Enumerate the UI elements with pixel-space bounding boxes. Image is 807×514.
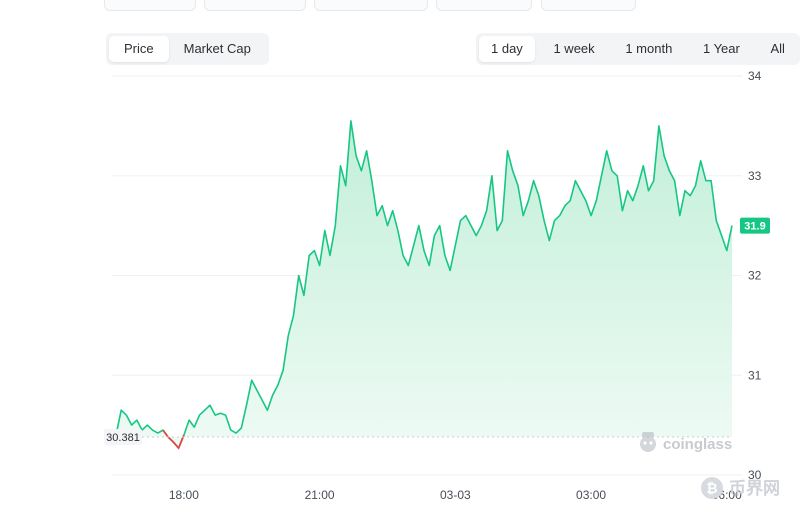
- y-tick-label: 31: [748, 368, 762, 382]
- area-path: [116, 120, 732, 449]
- coinglass-logo-icon: [640, 432, 656, 452]
- x-tick-label: 21:00: [305, 488, 335, 502]
- bitcoin-icon: ₿: [706, 480, 717, 496]
- area-fill: [116, 120, 732, 449]
- x-tick-label: 03-03: [440, 488, 471, 502]
- price-chart[interactable]: 30.38131.9 3031323334 18:00 21:00 03-03 03:…: [0, 0, 807, 514]
- y-tick-label: 34: [748, 69, 762, 83]
- y-tick-label: 32: [748, 269, 762, 283]
- corner-logo: ₿ 币界网: [701, 477, 780, 499]
- last-price-badge: 31.9: [740, 217, 770, 234]
- y-axis: 3031323334: [748, 69, 762, 482]
- x-tick-label: 18:00: [169, 488, 199, 502]
- corner-logo-text: 币界网: [729, 479, 780, 498]
- baseline-label-text: 30.381: [106, 432, 140, 444]
- coinglass-watermark: coinglass: [640, 432, 732, 453]
- coinglass-wordmark: coinglass: [663, 436, 732, 453]
- x-tick-label: 03:00: [576, 488, 606, 502]
- y-tick-label: 33: [748, 169, 762, 183]
- last-price-text: 31.9: [744, 221, 765, 233]
- baseline-label: 30.381: [104, 428, 142, 445]
